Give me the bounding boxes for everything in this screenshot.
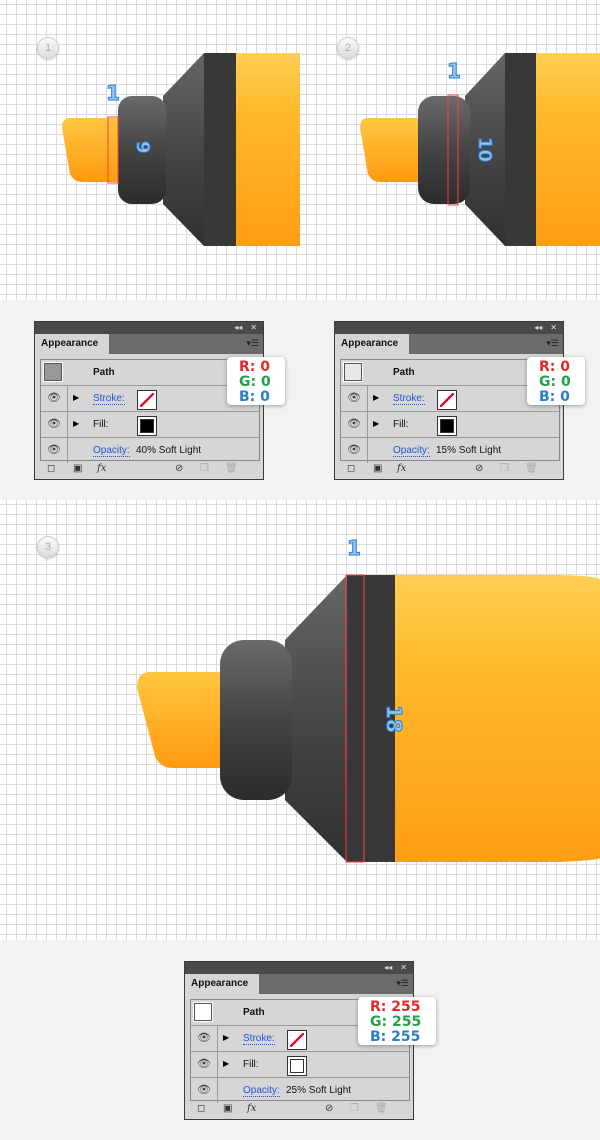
opacity-value: 25% Soft Light	[286, 1085, 352, 1096]
step-badge-2: 2	[337, 37, 359, 59]
clear-appearance-icon[interactable]: ⊘	[175, 463, 183, 474]
duplicate-item-icon[interactable]: ❐	[500, 463, 509, 474]
height-label: 18	[382, 705, 406, 733]
marker-body	[236, 53, 300, 246]
rgb-callout-2: R: 0 G: 0 B: 0	[527, 357, 585, 405]
fill-label: Fill:	[393, 419, 409, 430]
expand-triangle-icon[interactable]: ▶	[223, 1059, 229, 1068]
add-stroke-icon[interactable]: ◻	[47, 463, 55, 474]
close-icon[interactable]: ✕	[250, 323, 257, 332]
path-thumbnail	[193, 1002, 213, 1022]
eye-icon[interactable]: 👁	[41, 386, 68, 411]
fill-swatch[interactable]	[437, 416, 457, 436]
marker-step3: 1 18	[137, 536, 600, 863]
green-value: G: 0	[539, 374, 571, 390]
fill-label: Fill:	[243, 1059, 259, 1070]
delete-item-icon[interactable]: 🗑	[525, 463, 538, 474]
eye-icon[interactable]: 👁	[341, 386, 368, 411]
stroke-swatch[interactable]	[437, 390, 457, 410]
fill-label: Fill:	[93, 419, 109, 430]
expand-triangle-icon[interactable]: ▶	[373, 419, 379, 428]
opacity-link[interactable]: Opacity:	[393, 445, 430, 457]
fill-row[interactable]: 👁 ▶ Fill:	[41, 412, 259, 438]
width-label: 1	[447, 59, 461, 83]
fx-button[interactable]: fx	[247, 1103, 256, 1114]
duplicate-item-icon[interactable]: ❐	[200, 463, 209, 474]
panel-menu-icon[interactable]: ▾☰	[246, 338, 259, 349]
add-fill-icon[interactable]: ▣	[223, 1103, 232, 1114]
path-thumbnail	[43, 362, 63, 382]
tab-appearance[interactable]: Appearance	[185, 974, 259, 994]
delete-item-icon[interactable]: 🗑	[375, 1103, 388, 1114]
marker-tip	[62, 118, 120, 182]
tab-appearance[interactable]: Appearance	[335, 334, 409, 354]
green-value: G: 255	[370, 1014, 422, 1030]
fx-button[interactable]: fx	[397, 463, 406, 474]
width-label: 1	[106, 81, 120, 105]
expand-triangle-icon[interactable]: ▶	[223, 1033, 229, 1042]
rgb-callout-1: R: 0 G: 0 B: 0	[227, 357, 285, 405]
path-label: Path	[93, 367, 115, 378]
blue-value: B: 255	[370, 1029, 421, 1045]
stroke-link[interactable]: Stroke:	[393, 393, 425, 405]
panel-titlebar[interactable]: ◂◂ ✕	[35, 322, 263, 334]
step-badge-3: 3	[37, 536, 59, 558]
blue-value: B: 0	[239, 389, 270, 405]
add-stroke-icon[interactable]: ◻	[197, 1103, 205, 1114]
green-value: G: 0	[239, 374, 271, 390]
close-icon[interactable]: ✕	[550, 323, 557, 332]
add-fill-icon[interactable]: ▣	[73, 463, 82, 474]
path-label: Path	[243, 1007, 265, 1018]
duplicate-item-icon[interactable]: ❐	[350, 1103, 359, 1114]
eye-icon[interactable]: 👁	[341, 412, 368, 437]
eye-icon[interactable]: 👁	[41, 412, 68, 437]
eye-icon[interactable]: 👁	[191, 1026, 218, 1051]
clear-appearance-icon[interactable]: ⊘	[475, 463, 483, 474]
stroke-swatch[interactable]	[137, 390, 157, 410]
collapse-icon[interactable]: ◂◂	[384, 963, 392, 972]
panel-menu-icon[interactable]: ▾☰	[546, 338, 559, 349]
red-value: R: 255	[370, 999, 421, 1015]
add-fill-icon[interactable]: ▣	[373, 463, 382, 474]
path-thumbnail	[343, 362, 363, 382]
expand-triangle-icon[interactable]: ▶	[73, 419, 79, 428]
marker-step1: 1 9	[62, 53, 300, 246]
red-value: R: 0	[539, 359, 570, 375]
panel-menu-icon[interactable]: ▾☰	[396, 978, 409, 989]
rgb-callout-3: R: 255 G: 255 B: 255	[358, 997, 436, 1045]
blue-value: B: 0	[539, 389, 570, 405]
expand-triangle-icon[interactable]: ▶	[373, 393, 379, 402]
step-badge-1: 1	[37, 37, 59, 59]
eye-icon[interactable]: 👁	[191, 1052, 218, 1077]
add-stroke-icon[interactable]: ◻	[347, 463, 355, 474]
fill-row[interactable]: 👁 ▶ Fill:	[341, 412, 559, 438]
opacity-value: 15% Soft Light	[436, 445, 502, 456]
panel-titlebar[interactable]: ◂◂ ✕	[335, 322, 563, 334]
marker-step2: 1 10	[360, 53, 600, 246]
opacity-link[interactable]: Opacity:	[243, 1085, 280, 1097]
fx-button[interactable]: fx	[97, 463, 106, 474]
collapse-icon[interactable]: ◂◂	[534, 323, 542, 332]
fill-swatch[interactable]	[287, 1056, 307, 1076]
height-label: 10	[474, 137, 495, 162]
collapse-icon[interactable]: ◂◂	[234, 323, 242, 332]
tab-appearance[interactable]: Appearance	[35, 334, 109, 354]
opacity-value: 40% Soft Light	[136, 445, 202, 456]
path-label: Path	[393, 367, 415, 378]
fill-row[interactable]: 👁 ▶ Fill:	[191, 1052, 409, 1078]
expand-triangle-icon[interactable]: ▶	[73, 393, 79, 402]
panel-titlebar[interactable]: ◂◂ ✕	[185, 962, 413, 974]
red-value: R: 0	[239, 359, 270, 375]
close-icon[interactable]: ✕	[400, 963, 407, 972]
marker-band	[204, 53, 236, 246]
delete-item-icon[interactable]: 🗑	[225, 463, 238, 474]
opacity-link[interactable]: Opacity:	[93, 445, 130, 457]
height-label: 9	[132, 141, 153, 154]
width-label: 1	[347, 536, 361, 560]
stroke-swatch[interactable]	[287, 1030, 307, 1050]
stroke-link[interactable]: Stroke:	[243, 1033, 275, 1045]
stroke-link[interactable]: Stroke:	[93, 393, 125, 405]
fill-swatch[interactable]	[137, 416, 157, 436]
clear-appearance-icon[interactable]: ⊘	[325, 1103, 333, 1114]
